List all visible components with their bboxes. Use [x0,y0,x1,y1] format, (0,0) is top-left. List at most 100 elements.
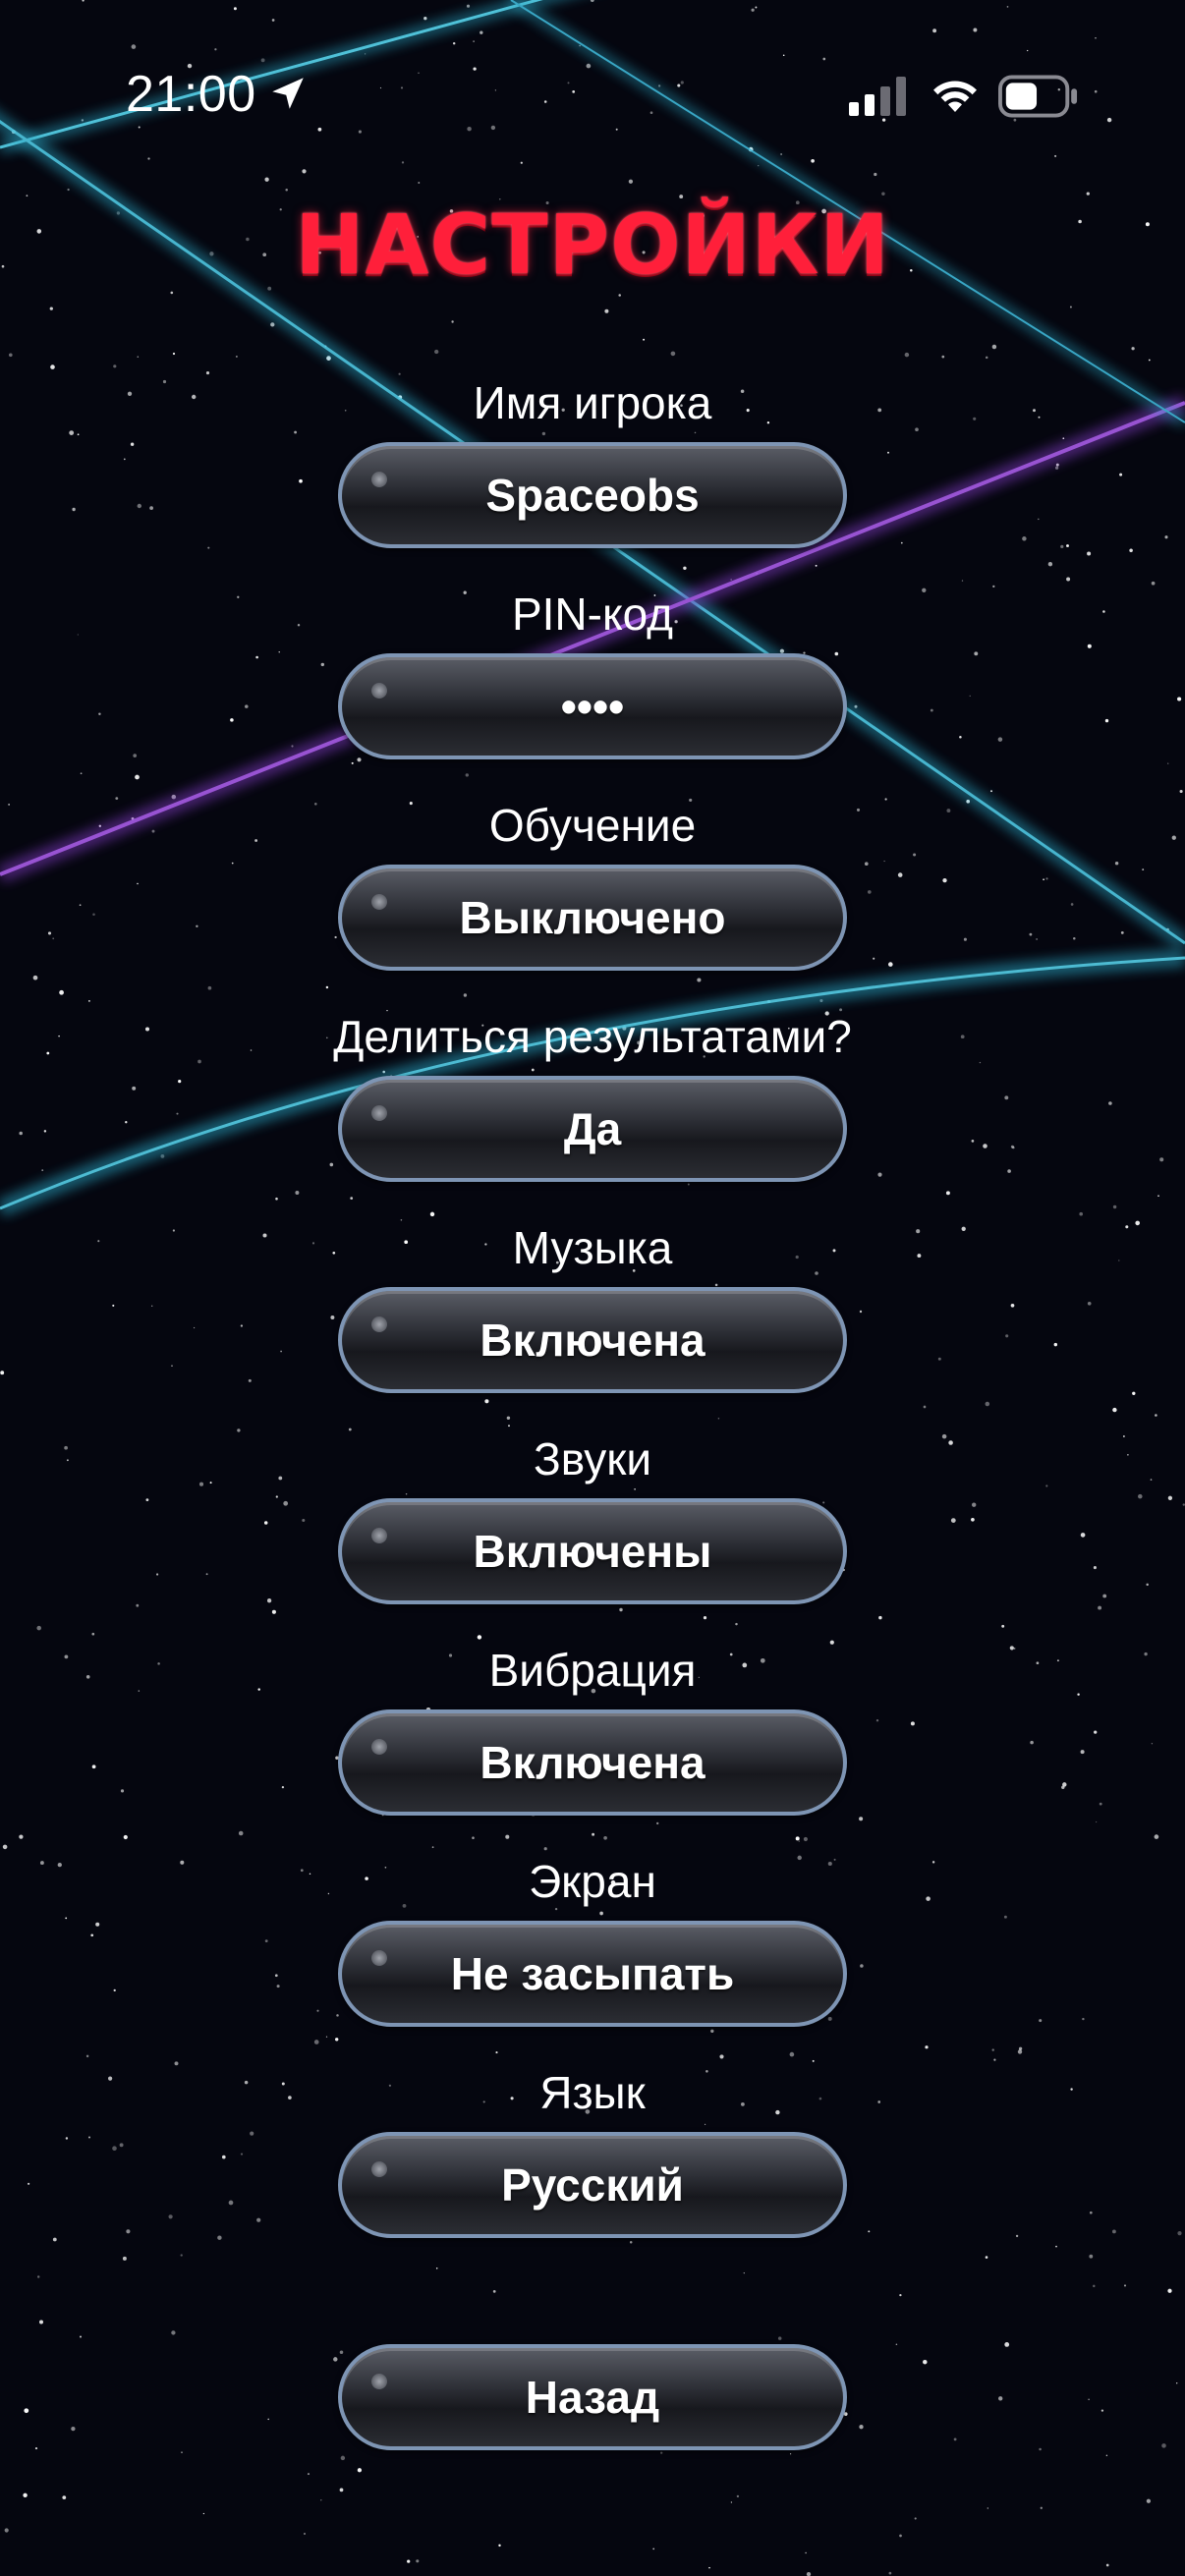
star [914,2517,917,2520]
star [41,1169,44,1171]
star [735,1622,738,1626]
star [969,695,971,698]
star [23,2492,28,2498]
star [1080,1533,1086,1538]
star [531,1068,535,1072]
music-toggle-button[interactable]: Включена [338,1287,847,1393]
star [1055,2245,1057,2248]
star [325,2036,328,2038]
star [1045,877,1048,880]
star [1043,878,1044,881]
star [123,1834,128,1840]
star [1088,2398,1090,2400]
star [941,355,945,359]
star [92,913,95,917]
star [864,862,869,867]
star [1087,551,1092,556]
star [972,1502,977,1507]
setting-value: Не засыпать [450,1948,735,1999]
star [1120,931,1124,934]
star [295,1191,300,1195]
star [1040,2506,1043,2509]
star [217,2235,222,2240]
star [59,989,64,995]
back-button[interactable]: Назад [338,2344,847,2450]
star [435,2268,438,2269]
pin-button[interactable]: •••• [338,653,847,759]
star [1079,1211,1083,1216]
star [39,2320,43,2324]
star [137,882,139,885]
setting-label: Делиться результатами? [333,1011,852,1062]
star [283,1500,289,1506]
star [1148,359,1151,362]
star [789,2051,795,2057]
star [1105,2563,1109,2567]
star [235,355,238,358]
star [543,1847,547,1851]
star [80,772,83,775]
star [974,651,979,656]
star [1105,2454,1108,2457]
star [1154,1834,1159,1839]
star [1094,1730,1098,1734]
star [1018,2046,1023,2050]
star [36,1625,41,1631]
star [112,1304,115,1307]
star [90,1933,94,1937]
star [827,2016,832,2021]
player-name-button[interactable]: Spaceobs [338,442,847,548]
star [276,1985,280,1988]
star [472,1836,475,1839]
tutorial-toggle-button[interactable]: Выключено [338,865,847,971]
star [80,2335,82,2338]
status-time: 21:00 [126,66,256,123]
star [145,1498,149,1502]
star [1015,2234,1019,2238]
star [1112,1204,1117,1209]
star [899,2293,902,2297]
star [1003,1915,1007,1919]
star [805,2551,807,2554]
star [196,924,198,927]
sounds-toggle-button[interactable]: Включены [338,1498,847,1604]
star [248,1378,252,1382]
star [1146,1583,1149,1587]
share-results-toggle-button[interactable]: Да [338,1076,847,1182]
star [72,507,76,512]
setting-value: Да [563,1103,622,1154]
star [19,1131,23,1136]
star [1167,762,1169,764]
star [405,1493,408,1495]
star [181,2451,183,2453]
star [1022,536,1027,541]
star [88,1000,90,1002]
star [777,2336,782,2340]
vibration-toggle-button[interactable]: Включена [338,1709,847,1816]
star [1167,1495,1173,1500]
setting-label: Звуки [533,1433,652,1484]
star [985,2256,988,2259]
star [904,352,910,358]
star [151,1305,153,1307]
star [492,2290,496,2293]
star [65,2137,69,2140]
star [1102,1594,1107,1598]
star [207,546,210,549]
star [789,2453,792,2455]
star [0,1371,5,1375]
location-arrow-icon [272,78,304,109]
star [683,566,687,571]
star [1100,2409,1104,2412]
language-button[interactable]: Русский [338,2132,847,2238]
star [971,1517,975,1522]
star [687,1183,690,1186]
star [137,503,141,509]
star [1061,1785,1065,1790]
star [299,478,303,483]
star [1029,932,1033,936]
star [1164,535,1168,539]
star [36,2275,40,2278]
screen-toggle-button[interactable]: Не засыпать [338,1921,847,2027]
star [1146,2498,1152,2503]
